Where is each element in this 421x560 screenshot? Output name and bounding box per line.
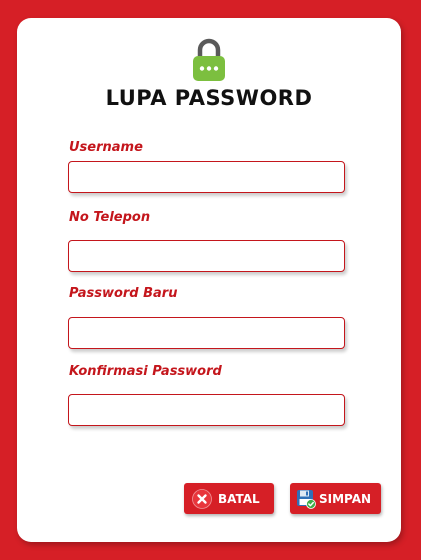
username-label: Username <box>69 140 143 155</box>
cancel-button-label: BATAL <box>218 491 260 506</box>
phone-input[interactable] <box>68 240 345 272</box>
close-circle-icon <box>192 488 212 509</box>
confirm-password-input[interactable] <box>68 394 345 426</box>
cancel-button[interactable]: BATAL <box>184 483 274 514</box>
new-password-label: Password Baru <box>69 286 178 301</box>
forgot-password-card: LUPA PASSWORD Username No Telepon Passwo… <box>17 18 401 542</box>
page-title: LUPA PASSWORD <box>105 86 313 110</box>
lock-icon <box>193 38 225 81</box>
phone-label: No Telepon <box>69 210 151 225</box>
save-button[interactable]: SIMPAN <box>290 483 381 514</box>
save-button-label: SIMPAN <box>319 491 372 506</box>
username-input[interactable] <box>68 161 345 193</box>
new-password-input[interactable] <box>68 317 345 349</box>
confirm-password-label: Konfirmasi Password <box>69 364 222 379</box>
floppy-disk-icon <box>297 489 316 509</box>
